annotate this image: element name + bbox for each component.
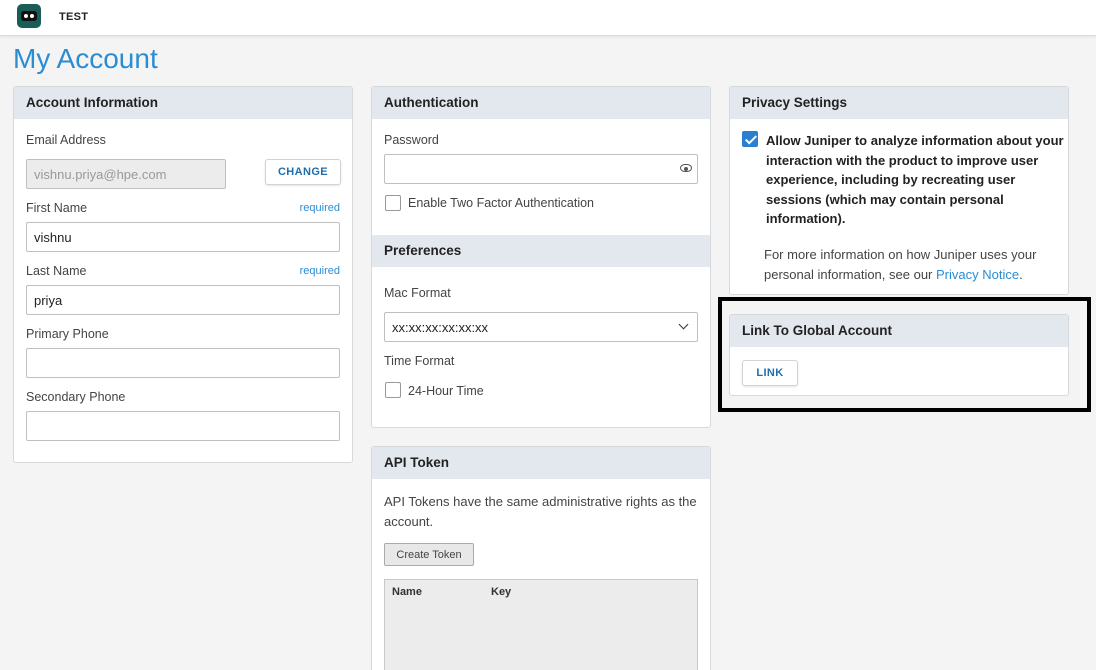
preferences-header: Preferences — [372, 235, 710, 267]
org-name[interactable]: TEST — [59, 11, 88, 23]
primary-phone-label: Primary Phone — [26, 327, 109, 341]
privacy-settings-header: Privacy Settings — [730, 87, 1068, 119]
two-factor-checkbox[interactable] — [385, 195, 401, 211]
privacy-settings-panel: Privacy Settings Allow Juniper to analyz… — [729, 86, 1069, 295]
authentication-header: Authentication — [372, 87, 710, 119]
24-hour-time-label: 24-Hour Time — [408, 384, 484, 398]
mac-format-select[interactable]: xx:xx:xx:xx:xx:xx — [384, 312, 698, 342]
api-token-table: Name Key — [384, 579, 698, 670]
secondary-phone-field[interactable] — [26, 411, 340, 441]
create-token-button[interactable]: Create Token — [384, 543, 474, 566]
account-information-header: Account Information — [14, 87, 352, 119]
password-label: Password — [384, 133, 439, 147]
last-name-label: Last Name — [26, 264, 87, 278]
first-name-label: First Name — [26, 201, 88, 215]
api-token-description: API Tokens have the same administrative … — [384, 494, 697, 529]
robot-logo-icon[interactable] — [17, 4, 41, 28]
privacy-consent-checkbox[interactable] — [742, 131, 758, 147]
last-name-required: required — [299, 265, 340, 277]
privacy-info-text: For more information on how Juniper uses… — [764, 245, 1064, 284]
account-information-panel: Account Information Email Address vishnu… — [13, 86, 353, 463]
primary-phone-field[interactable] — [26, 348, 340, 378]
api-token-header: API Token — [372, 447, 710, 479]
privacy-info-end: . — [1019, 266, 1023, 282]
top-bar: TEST — [0, 0, 1096, 36]
last-name-field[interactable]: priya — [26, 285, 340, 315]
page-title: My Account — [13, 43, 158, 74]
privacy-consent-label: Allow Juniper to analyze information abo… — [766, 133, 1064, 226]
password-field[interactable] — [384, 154, 698, 184]
time-format-label: Time Format — [384, 354, 455, 368]
column-header-name: Name — [392, 586, 422, 598]
secondary-phone-label: Secondary Phone — [26, 390, 126, 404]
chevron-down-icon — [678, 319, 689, 330]
highlight-box — [718, 297, 1091, 412]
mac-format-value: xx:xx:xx:xx:xx:xx — [392, 320, 489, 335]
change-email-button[interactable]: CHANGE — [265, 159, 341, 185]
email-field: vishnu.priya@hpe.com — [26, 159, 226, 189]
column-header-key: Key — [491, 586, 512, 598]
authentication-panel: Authentication Password Enable Two Facto… — [371, 86, 711, 428]
24-hour-time-checkbox[interactable] — [385, 382, 401, 398]
first-name-required: required — [299, 202, 340, 214]
api-token-panel: API Token API Tokens have the same admin… — [371, 446, 711, 670]
email-label: Email Address — [26, 133, 106, 147]
privacy-notice-link[interactable]: Privacy Notice — [936, 267, 1019, 282]
two-factor-label: Enable Two Factor Authentication — [408, 196, 594, 210]
eye-icon[interactable] — [680, 164, 692, 172]
first-name-field[interactable]: vishnu — [26, 222, 340, 252]
mac-format-label: Mac Format — [384, 286, 451, 300]
